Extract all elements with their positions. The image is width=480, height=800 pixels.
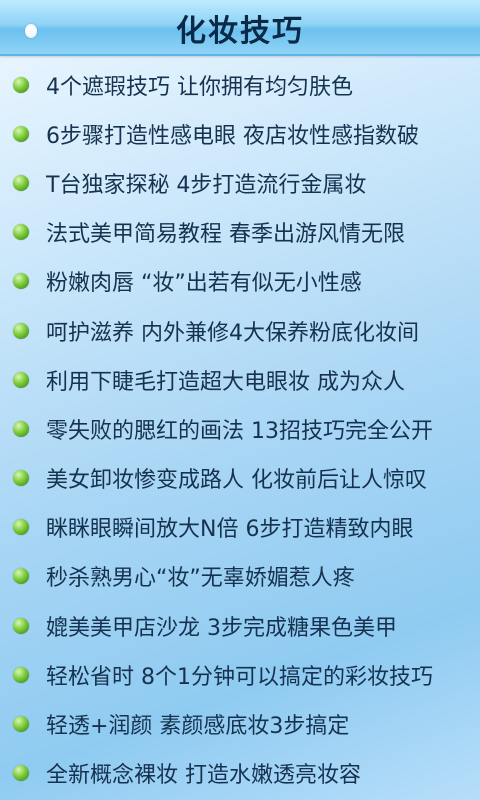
list-item-title: T台独家探秘 4步打造流行金属妆 <box>46 172 367 198</box>
bullet-icon <box>13 568 29 585</box>
list-item-title: 眯眯眼瞬间放大N倍 6步打造精致内眼 <box>46 517 414 543</box>
list-item[interactable]: 轻透+润颜 素颜感底妆3步搞定 <box>0 699 480 748</box>
bullet-icon <box>13 322 29 339</box>
list-item[interactable]: 法式美甲简易教程 春季出游风情无限 <box>0 208 480 257</box>
list-item-title: 全新概念裸妆 打造水嫩透亮妆容 <box>46 763 361 789</box>
list-item-title: 秒杀熟男心“妆”无辜娇媚惹人疼 <box>46 566 355 592</box>
list-item-title: 美女卸妆惨变成路人 化妆前后让人惊叹 <box>46 468 427 494</box>
list-item[interactable]: 眯眯眼瞬间放大N倍 6步打造精致内眼 <box>0 503 480 552</box>
list-item[interactable]: 美女卸妆惨变成路人 化妆前后让人惊叹 <box>0 454 480 503</box>
list-item-title: 轻松省时 8个1分钟可以搞定的彩妆技巧 <box>46 664 433 690</box>
bullet-icon <box>13 519 29 536</box>
page-title: 化妆技巧 <box>176 14 304 49</box>
list-item-title: 呵护滋养 内外兼修4大保养粉底化妆间 <box>46 320 419 346</box>
bullet-icon <box>13 470 29 487</box>
bullet-icon <box>13 224 29 241</box>
bullet-icon <box>13 617 29 634</box>
bullet-icon <box>13 420 29 437</box>
list-item-title: 法式美甲简易教程 春季出游风情无限 <box>46 222 405 248</box>
list-item-title: 6步骤打造性感电眼 夜店妆性感指数破 <box>46 123 419 149</box>
bullet-icon <box>13 174 29 191</box>
bullet-icon <box>13 765 29 782</box>
list-item[interactable]: 媲美美甲店沙龙 3步完成糖果色美甲 <box>0 601 480 650</box>
list-item[interactable]: 轻松省时 8个1分钟可以搞定的彩妆技巧 <box>0 650 480 699</box>
article-list: 4个遮瑕技巧 让你拥有均匀肤色 6步骤打造性感电眼 夜店妆性感指数破 T台独家探… <box>0 60 480 800</box>
list-item-title: 零失败的腮红的画法 13招技巧完全公开 <box>46 418 433 444</box>
list-item[interactable]: 利用下睫毛打造超大电眼妆 成为众人 <box>0 355 480 404</box>
list-item[interactable]: 6步骤打造性感电眼 夜店妆性感指数破 <box>0 109 480 158</box>
bullet-icon <box>13 273 29 290</box>
list-item-title: 4个遮瑕技巧 让你拥有均匀肤色 <box>46 74 353 100</box>
list-item[interactable]: T台独家探秘 4步打造流行金属妆 <box>0 158 480 207</box>
bullet-icon <box>13 76 29 93</box>
bullet-icon <box>13 371 29 388</box>
bullet-icon <box>13 716 29 733</box>
list-item-title: 媲美美甲店沙龙 3步完成糖果色美甲 <box>46 615 397 641</box>
list-item[interactable]: 秒杀熟男心“妆”无辜娇媚惹人疼 <box>0 552 480 601</box>
list-item[interactable]: 粉嫩肉唇 “妆”出若有似无小性感 <box>0 257 480 306</box>
list-item-title: 利用下睫毛打造超大电眼妆 成为众人 <box>46 369 405 395</box>
list-item[interactable]: 呵护滋养 内外兼修4大保养粉底化妆间 <box>0 306 480 355</box>
list-item-title: 轻透+润颜 素颜感底妆3步搞定 <box>46 714 350 740</box>
list-item[interactable]: 全新概念裸妆 打造水嫩透亮妆容 <box>0 749 480 798</box>
bullet-icon <box>13 666 29 683</box>
list-item[interactable]: 零失败的腮红的画法 13招技巧完全公开 <box>0 404 480 453</box>
bullet-icon <box>13 125 29 142</box>
app-header: 化妆技巧 <box>0 0 480 56</box>
list-item[interactable]: 4个遮瑕技巧 让你拥有均匀肤色 <box>0 60 480 109</box>
list-item-title: 粉嫩肉唇 “妆”出若有似无小性感 <box>46 271 362 297</box>
